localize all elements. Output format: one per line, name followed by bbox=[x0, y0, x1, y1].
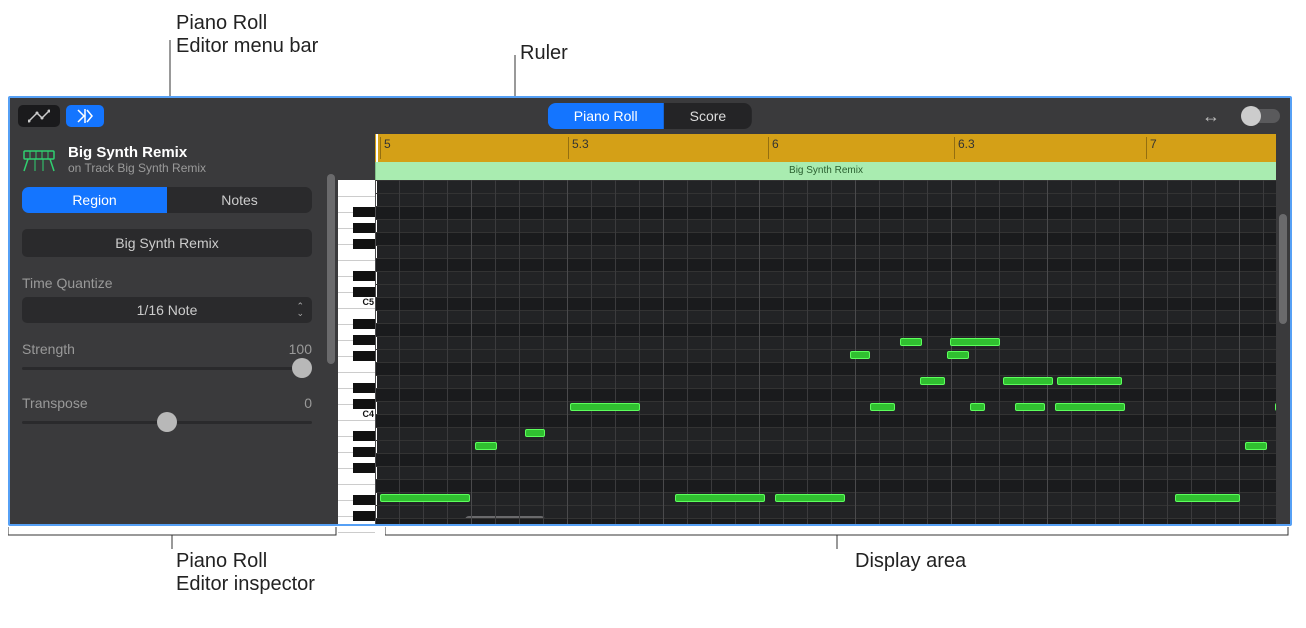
annotation-ruler: Ruler bbox=[520, 42, 568, 65]
midi-note[interactable] bbox=[525, 429, 545, 437]
midi-note[interactable] bbox=[775, 494, 845, 502]
inspector-scrollbar[interactable] bbox=[324, 134, 338, 524]
note-grid[interactable] bbox=[375, 180, 1276, 524]
inspector-tabs: Region Notes bbox=[22, 187, 312, 213]
catch-playhead-icon bbox=[76, 109, 94, 123]
ruler-corner bbox=[338, 134, 375, 162]
midi-note[interactable] bbox=[570, 403, 640, 411]
midi-note[interactable] bbox=[900, 338, 922, 346]
time-quantize-select[interactable]: 1/16 Note bbox=[22, 297, 312, 323]
vertical-scrollbar[interactable] bbox=[1276, 134, 1290, 524]
ruler-tick: 6.3 bbox=[954, 137, 975, 159]
ruler-tick: 6 bbox=[768, 137, 779, 159]
midi-note[interactable] bbox=[1245, 442, 1267, 450]
horizontal-zoom-icon: ↔ bbox=[1202, 106, 1220, 127]
strength-slider[interactable] bbox=[22, 359, 312, 377]
midi-note[interactable] bbox=[1175, 494, 1240, 502]
midi-note[interactable] bbox=[1055, 403, 1125, 411]
ruler-tick: 5 bbox=[380, 137, 391, 159]
ruler[interactable]: 5 5.3 6 6.3 7 bbox=[338, 134, 1276, 162]
ruler-tick: 5.3 bbox=[568, 137, 589, 159]
keyboard[interactable]: C5C4 bbox=[338, 180, 375, 524]
midi-note[interactable] bbox=[1015, 403, 1045, 411]
transpose-slider[interactable] bbox=[22, 413, 312, 431]
midi-note[interactable] bbox=[950, 338, 1000, 346]
editor-inspector: Big Synth Remix on Track Big Synth Remix… bbox=[10, 134, 338, 524]
annotation-inspector: Piano Roll Editor inspector bbox=[176, 550, 396, 596]
automation-button[interactable] bbox=[18, 105, 60, 127]
annotation-display: Display area bbox=[855, 550, 966, 573]
editor-body: Big Synth Remix on Track Big Synth Remix… bbox=[10, 134, 1290, 524]
transpose-label: Transpose bbox=[22, 395, 88, 411]
midi-note[interactable] bbox=[920, 377, 945, 385]
midi-note[interactable] bbox=[947, 351, 969, 359]
region-strip-label[interactable]: Big Synth Remix bbox=[375, 162, 1276, 180]
display-area: 5 5.3 6 6.3 7 Big Synth Remix C5C4 bbox=[338, 134, 1276, 524]
strength-value: 100 bbox=[289, 341, 312, 357]
playhead-marker[interactable] bbox=[376, 134, 378, 162]
editor-menubar: Piano Roll Score ↔ bbox=[10, 98, 1290, 134]
region-name-field[interactable]: Big Synth Remix bbox=[22, 229, 312, 257]
strength-label: Strength bbox=[22, 341, 75, 357]
tab-score[interactable]: Score bbox=[664, 103, 753, 129]
ruler-tick: 7 bbox=[1146, 137, 1157, 159]
inspector-title: Big Synth Remix bbox=[68, 144, 206, 161]
catch-playhead-button[interactable] bbox=[66, 105, 104, 127]
time-quantize-label: Time Quantize bbox=[22, 275, 312, 291]
midi-note[interactable] bbox=[870, 403, 895, 411]
midi-note[interactable] bbox=[850, 351, 870, 359]
midi-note[interactable] bbox=[475, 442, 497, 450]
region-strip: Big Synth Remix bbox=[338, 162, 1276, 180]
piano-roll-editor: Piano Roll Score ↔ Big Synth Remix on Tr… bbox=[8, 96, 1292, 526]
view-tabs: Piano Roll Score bbox=[548, 103, 752, 129]
tab-piano-roll[interactable]: Piano Roll bbox=[548, 103, 664, 129]
midi-note[interactable] bbox=[1003, 377, 1053, 385]
midi-note[interactable] bbox=[380, 494, 470, 502]
instrument-icon bbox=[22, 147, 56, 173]
midi-note[interactable] bbox=[675, 494, 765, 502]
zoom-toggle[interactable] bbox=[1242, 109, 1280, 123]
transpose-value: 0 bbox=[304, 395, 312, 411]
annotation-menubar: Piano Roll Editor menu bar bbox=[176, 12, 396, 58]
tab-notes[interactable]: Notes bbox=[167, 187, 312, 213]
tab-region[interactable]: Region bbox=[22, 187, 167, 213]
midi-note[interactable] bbox=[970, 403, 985, 411]
inspector-subtitle: on Track Big Synth Remix bbox=[68, 161, 206, 175]
automation-icon bbox=[28, 109, 50, 123]
midi-note[interactable] bbox=[1057, 377, 1122, 385]
